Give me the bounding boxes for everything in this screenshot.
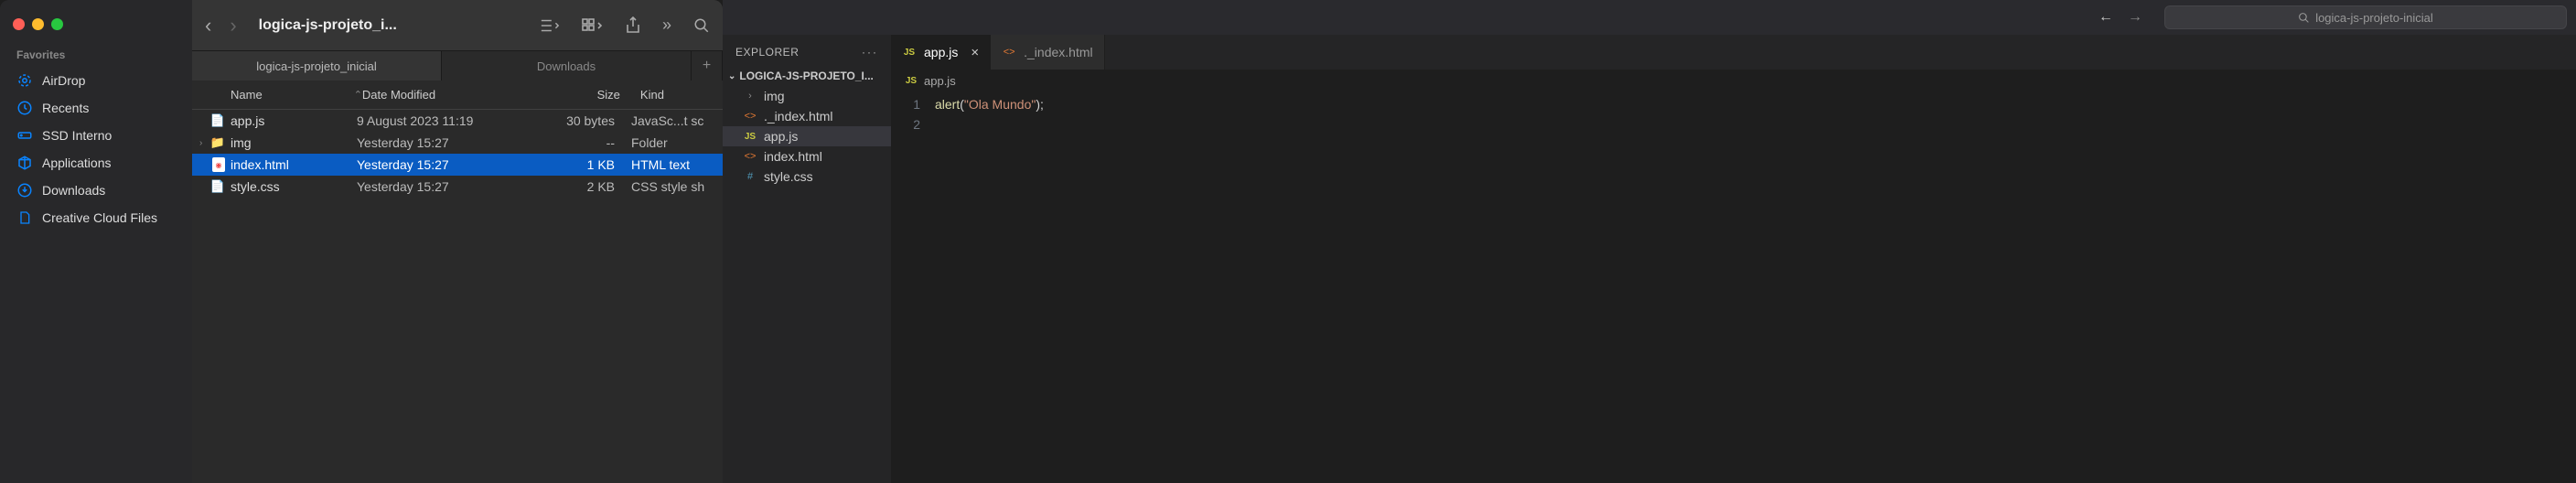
titlebar-nav: ← → xyxy=(2098,9,2142,26)
disclosure-icon[interactable]: › xyxy=(199,138,209,148)
column-kind[interactable]: Kind xyxy=(637,88,723,102)
breadcrumb[interactable]: JS app.js xyxy=(891,70,2576,92)
group-icon[interactable] xyxy=(582,18,604,33)
tree-item-stylecss[interactable]: # style.css xyxy=(723,166,891,187)
more-icon[interactable]: » xyxy=(662,16,671,35)
search-icon[interactable] xyxy=(693,17,710,34)
file-row-stylecss[interactable]: 📄 style.css Yesterday 15:27 2 KB CSS sty… xyxy=(192,176,723,198)
search-icon xyxy=(2298,12,2310,24)
drive-icon xyxy=(16,127,33,144)
tab-dotindex[interactable]: <> ._index.html xyxy=(991,35,1104,70)
tab-downloads[interactable]: Downloads xyxy=(442,51,692,80)
finder-tabs: logica-js-projeto_inicial Downloads + xyxy=(192,51,723,80)
close-tab-icon[interactable]: × xyxy=(965,45,979,60)
sidebar-section-favorites: Favorites xyxy=(0,45,192,67)
html-icon: <> xyxy=(743,151,757,162)
command-center[interactable]: logica-js-projeto-inicial xyxy=(2164,5,2567,29)
finder-sidebar: Favorites AirDrop Recents SSD Interno Ap… xyxy=(0,0,192,483)
editor-tabs: JS app.js × <> ._index.html xyxy=(891,35,2576,70)
tab-project[interactable]: logica-js-projeto_inicial xyxy=(192,51,442,80)
view-list-icon[interactable] xyxy=(540,17,560,34)
html-icon: ◉ xyxy=(212,157,225,172)
clock-icon xyxy=(16,100,33,116)
sidebar-label: Creative Cloud Files xyxy=(42,210,157,225)
tree-item-img[interactable]: › img xyxy=(723,86,891,106)
js-icon: JS xyxy=(904,76,918,86)
window-title: logica-js-projeto_i... xyxy=(259,17,397,34)
sidebar-item-creative-cloud[interactable]: Creative Cloud Files xyxy=(0,204,192,231)
apps-icon xyxy=(16,155,33,171)
code-content[interactable]: alert("Ola Mundo"); xyxy=(935,92,2576,483)
sidebar-label: AirDrop xyxy=(42,73,85,88)
chevron-right-icon: › xyxy=(743,91,757,102)
folder-icon: 📁 xyxy=(210,135,225,150)
project-root[interactable]: ⌄ LOGICA-JS-PROJETO_I... xyxy=(723,66,891,86)
explorer-panel: EXPLORER ··· ⌄ LOGICA-JS-PROJETO_I... › … xyxy=(723,35,891,483)
close-window-button[interactable] xyxy=(13,18,25,30)
sidebar-label: Downloads xyxy=(42,183,105,198)
maximize-window-button[interactable] xyxy=(51,18,63,30)
airdrop-icon xyxy=(16,72,33,89)
html-icon: <> xyxy=(1002,47,1016,58)
code-editor[interactable]: 1 2 alert("Ola Mundo"); xyxy=(891,92,2576,483)
tree-item-indexhtml[interactable]: <> index.html xyxy=(723,146,891,166)
download-icon xyxy=(16,182,33,199)
column-date[interactable]: Date Modified xyxy=(362,88,536,102)
toolbar-nav: ‹ › xyxy=(205,14,237,38)
line-numbers: 1 2 xyxy=(891,92,935,483)
nav-forward-icon[interactable]: → xyxy=(2128,9,2142,26)
tab-add-button[interactable]: + xyxy=(692,51,723,80)
window-controls xyxy=(0,7,192,45)
sidebar-label: Applications xyxy=(42,156,112,170)
sidebar-label: SSD Interno xyxy=(42,128,112,143)
sidebar-item-ssd[interactable]: SSD Interno xyxy=(0,122,192,149)
column-name[interactable]: Name⌃ xyxy=(192,88,362,102)
finder-toolbar: ‹ › logica-js-projeto_i... » xyxy=(192,0,723,51)
column-headers: Name⌃ Date Modified Size Kind xyxy=(192,80,723,110)
finder-main: ‹ › logica-js-projeto_i... » logica-js-p… xyxy=(192,0,723,483)
sort-arrow-icon: ⌃ xyxy=(354,89,362,101)
finder-window: Favorites AirDrop Recents SSD Interno Ap… xyxy=(0,0,723,483)
file-row-appjs[interactable]: 📄 app.js 9 August 2023 11:19 30 bytes Ja… xyxy=(192,110,723,132)
tab-appjs[interactable]: JS app.js × xyxy=(891,35,991,70)
minimize-window-button[interactable] xyxy=(32,18,44,30)
css-icon: # xyxy=(743,171,757,182)
explorer-menu-icon[interactable]: ··· xyxy=(862,46,878,59)
js-icon: JS xyxy=(902,48,917,58)
share-icon[interactable] xyxy=(626,16,640,35)
file-row-indexhtml[interactable]: ◉ index.html Yesterday 15:27 1 KB HTML t… xyxy=(192,154,723,176)
html-icon: <> xyxy=(743,111,757,122)
tree-item-dotindex[interactable]: <> ._index.html xyxy=(723,106,891,126)
column-size[interactable]: Size xyxy=(536,88,637,102)
js-icon: JS xyxy=(743,132,757,142)
sidebar-item-airdrop[interactable]: AirDrop xyxy=(0,67,192,94)
file-row-img[interactable]: ›📁 img Yesterday 15:27 -- Folder xyxy=(192,132,723,154)
tree-item-appjs[interactable]: JS app.js xyxy=(723,126,891,146)
document-icon: 📄 xyxy=(210,179,225,194)
explorer-header: EXPLORER ··· xyxy=(723,35,891,66)
editor-area: JS app.js × <> ._index.html JS app.js 1 … xyxy=(891,35,2576,483)
sidebar-item-applications[interactable]: Applications xyxy=(0,149,192,177)
sidebar-item-downloads[interactable]: Downloads xyxy=(0,177,192,204)
sidebar-label: Recents xyxy=(42,101,89,115)
vscode-window: ← → logica-js-projeto-inicial EXPLORER ·… xyxy=(723,0,2576,483)
forward-button[interactable]: › xyxy=(230,14,236,38)
file-icon xyxy=(16,209,33,226)
sidebar-item-recents[interactable]: Recents xyxy=(0,94,192,122)
back-button[interactable]: ‹ xyxy=(205,14,211,38)
chevron-down-icon: ⌄ xyxy=(728,71,735,81)
document-icon: 📄 xyxy=(210,113,225,128)
vscode-titlebar: ← → logica-js-projeto-inicial xyxy=(723,0,2576,35)
nav-back-icon[interactable]: ← xyxy=(2098,9,2113,26)
